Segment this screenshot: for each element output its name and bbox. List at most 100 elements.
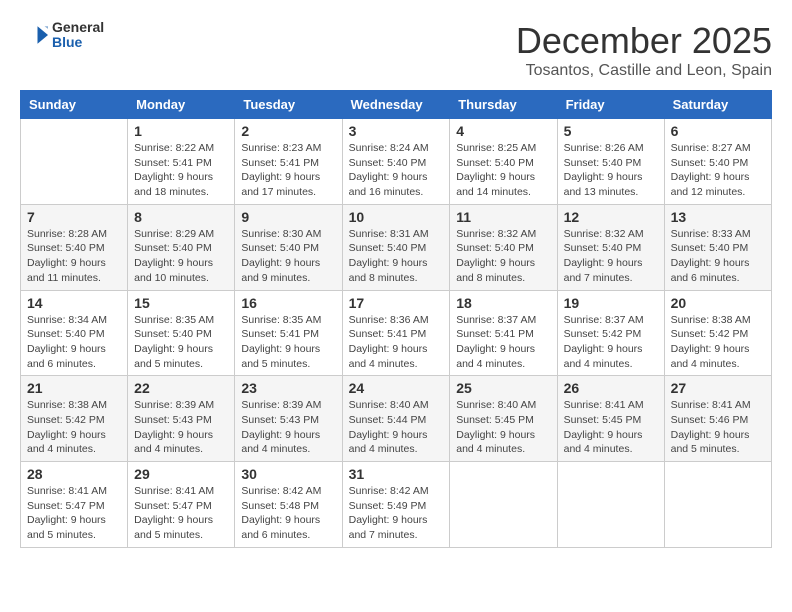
logo: General Blue: [20, 20, 104, 51]
calendar-cell: 18 Sunrise: 8:37 AM Sunset: 5:41 PM Dayli…: [450, 290, 557, 376]
calendar-week-4: 28 Sunrise: 8:41 AM Sunset: 5:47 PM Dayli…: [21, 462, 772, 548]
day-info: Sunrise: 8:41 AM Sunset: 5:45 PM Dayligh…: [564, 398, 658, 457]
day-info: Sunrise: 8:34 AM Sunset: 5:40 PM Dayligh…: [27, 313, 121, 372]
calendar-cell: [664, 462, 771, 548]
calendar-cell: 4 Sunrise: 8:25 AM Sunset: 5:40 PM Daylig…: [450, 119, 557, 205]
day-info: Sunrise: 8:38 AM Sunset: 5:42 PM Dayligh…: [671, 313, 765, 372]
calendar-cell: 3 Sunrise: 8:24 AM Sunset: 5:40 PM Daylig…: [342, 119, 450, 205]
calendar-table: SundayMondayTuesdayWednesdayThursdayFrid…: [20, 90, 772, 548]
day-header-friday: Friday: [557, 91, 664, 119]
day-number: 13: [671, 209, 765, 225]
day-number: 26: [564, 380, 658, 396]
day-info: Sunrise: 8:27 AM Sunset: 5:40 PM Dayligh…: [671, 141, 765, 200]
calendar-cell: 12 Sunrise: 8:32 AM Sunset: 5:40 PM Dayli…: [557, 204, 664, 290]
calendar-cell: 23Sunrise: 8:39 AM Sunset: 5:43 PM Dayli…: [235, 376, 342, 462]
calendar-cell: 1 Sunrise: 8:22 AM Sunset: 5:41 PM Daylig…: [128, 119, 235, 205]
day-number: 2: [241, 123, 335, 139]
calendar-cell: 19 Sunrise: 8:37 AM Sunset: 5:42 PM Dayli…: [557, 290, 664, 376]
day-info: Sunrise: 8:30 AM Sunset: 5:40 PM Dayligh…: [241, 227, 335, 286]
calendar-week-1: 7 Sunrise: 8:28 AM Sunset: 5:40 PM Daylig…: [21, 204, 772, 290]
day-number: 21: [27, 380, 121, 396]
day-number: 1: [134, 123, 228, 139]
calendar-cell: 26 Sunrise: 8:41 AM Sunset: 5:45 PM Dayli…: [557, 376, 664, 462]
day-number: 28: [27, 466, 121, 482]
day-info: Sunrise: 8:41 AM Sunset: 5:47 PM Dayligh…: [134, 484, 228, 543]
day-number: 9: [241, 209, 335, 225]
day-header-sunday: Sunday: [21, 91, 128, 119]
location-title: Tosantos, Castille and Leon, Spain: [516, 62, 772, 80]
day-number: 14: [27, 295, 121, 311]
day-info: Sunrise: 8:22 AM Sunset: 5:41 PM Dayligh…: [134, 141, 228, 200]
day-number: 22: [134, 380, 228, 396]
day-info: Sunrise: 8:32 AM Sunset: 5:40 PM Dayligh…: [456, 227, 550, 286]
logo-icon: [20, 21, 48, 49]
day-info: Sunrise: 8:32 AM Sunset: 5:40 PM Dayligh…: [564, 227, 658, 286]
calendar-cell: 24 Sunrise: 8:40 AM Sunset: 5:44 PM Dayli…: [342, 376, 450, 462]
day-number: 24: [349, 380, 444, 396]
day-number: 12: [564, 209, 658, 225]
day-info: Sunrise: 8:42 AM Sunset: 5:48 PM Dayligh…: [241, 484, 335, 543]
day-number: 6: [671, 123, 765, 139]
day-header-wednesday: Wednesday: [342, 91, 450, 119]
day-number: 18: [456, 295, 550, 311]
day-info: Sunrise: 8:40 AM Sunset: 5:45 PM Dayligh…: [456, 398, 550, 457]
calendar-header-row: SundayMondayTuesdayWednesdayThursdayFrid…: [21, 91, 772, 119]
day-info: Sunrise: 8:39 AM Sunset: 5:43 PM Dayligh…: [241, 398, 335, 457]
page-container: General Blue December 2025 Tosantos, Cas…: [20, 20, 772, 548]
day-info: Sunrise: 8:24 AM Sunset: 5:40 PM Dayligh…: [349, 141, 444, 200]
day-info: Sunrise: 8:41 AM Sunset: 5:47 PM Dayligh…: [27, 484, 121, 543]
day-number: 3: [349, 123, 444, 139]
day-number: 31: [349, 466, 444, 482]
day-number: 29: [134, 466, 228, 482]
day-info: Sunrise: 8:39 AM Sunset: 5:43 PM Dayligh…: [134, 398, 228, 457]
day-info: Sunrise: 8:31 AM Sunset: 5:40 PM Dayligh…: [349, 227, 444, 286]
day-info: Sunrise: 8:37 AM Sunset: 5:41 PM Dayligh…: [456, 313, 550, 372]
day-number: 30: [241, 466, 335, 482]
calendar-cell: 31 Sunrise: 8:42 AM Sunset: 5:49 PM Dayli…: [342, 462, 450, 548]
calendar-week-2: 14 Sunrise: 8:34 AM Sunset: 5:40 PM Dayli…: [21, 290, 772, 376]
day-number: 16: [241, 295, 335, 311]
day-info: Sunrise: 8:40 AM Sunset: 5:44 PM Dayligh…: [349, 398, 444, 457]
day-info: Sunrise: 8:42 AM Sunset: 5:49 PM Dayligh…: [349, 484, 444, 543]
calendar-cell: 29 Sunrise: 8:41 AM Sunset: 5:47 PM Dayli…: [128, 462, 235, 548]
calendar-cell: [21, 119, 128, 205]
day-number: 19: [564, 295, 658, 311]
logo-blue: Blue: [52, 35, 104, 50]
day-info: Sunrise: 8:29 AM Sunset: 5:40 PM Dayligh…: [134, 227, 228, 286]
calendar-cell: 22 Sunrise: 8:39 AM Sunset: 5:43 PM Dayli…: [128, 376, 235, 462]
day-number: 7: [27, 209, 121, 225]
day-info: Sunrise: 8:38 AM Sunset: 5:42 PM Dayligh…: [27, 398, 121, 457]
month-title: December 2025: [516, 20, 772, 62]
logo-text: General Blue: [52, 20, 104, 51]
header: General Blue December 2025 Tosantos, Cas…: [20, 20, 772, 80]
day-header-tuesday: Tuesday: [235, 91, 342, 119]
day-number: 15: [134, 295, 228, 311]
day-number: 8: [134, 209, 228, 225]
calendar-cell: 30 Sunrise: 8:42 AM Sunset: 5:48 PM Dayli…: [235, 462, 342, 548]
day-info: Sunrise: 8:35 AM Sunset: 5:40 PM Dayligh…: [134, 313, 228, 372]
day-info: Sunrise: 8:36 AM Sunset: 5:41 PM Dayligh…: [349, 313, 444, 372]
calendar-week-3: 21 Sunrise: 8:38 AM Sunset: 5:42 PM Dayli…: [21, 376, 772, 462]
day-info: Sunrise: 8:41 AM Sunset: 5:46 PM Dayligh…: [671, 398, 765, 457]
calendar-cell: 28 Sunrise: 8:41 AM Sunset: 5:47 PM Dayli…: [21, 462, 128, 548]
calendar-cell: 8 Sunrise: 8:29 AM Sunset: 5:40 PM Daylig…: [128, 204, 235, 290]
day-info: Sunrise: 8:33 AM Sunset: 5:40 PM Dayligh…: [671, 227, 765, 286]
calendar-week-0: 1 Sunrise: 8:22 AM Sunset: 5:41 PM Daylig…: [21, 119, 772, 205]
calendar-cell: 5Sunrise: 8:26 AM Sunset: 5:40 PM Daylig…: [557, 119, 664, 205]
calendar-cell: [450, 462, 557, 548]
day-number: 27: [671, 380, 765, 396]
day-info: Sunrise: 8:37 AM Sunset: 5:42 PM Dayligh…: [564, 313, 658, 372]
day-info: Sunrise: 8:23 AM Sunset: 5:41 PM Dayligh…: [241, 141, 335, 200]
day-header-monday: Monday: [128, 91, 235, 119]
day-number: 5: [564, 123, 658, 139]
day-info: Sunrise: 8:28 AM Sunset: 5:40 PM Dayligh…: [27, 227, 121, 286]
calendar-cell: 9 Sunrise: 8:30 AM Sunset: 5:40 PM Daylig…: [235, 204, 342, 290]
day-number: 4: [456, 123, 550, 139]
calendar-cell: 14 Sunrise: 8:34 AM Sunset: 5:40 PM Dayli…: [21, 290, 128, 376]
day-info: Sunrise: 8:25 AM Sunset: 5:40 PM Dayligh…: [456, 141, 550, 200]
day-number: 11: [456, 209, 550, 225]
calendar-cell: 7 Sunrise: 8:28 AM Sunset: 5:40 PM Daylig…: [21, 204, 128, 290]
calendar-cell: 2 Sunrise: 8:23 AM Sunset: 5:41 PM Daylig…: [235, 119, 342, 205]
day-number: 10: [349, 209, 444, 225]
day-info: Sunrise: 8:35 AM Sunset: 5:41 PM Dayligh…: [241, 313, 335, 372]
